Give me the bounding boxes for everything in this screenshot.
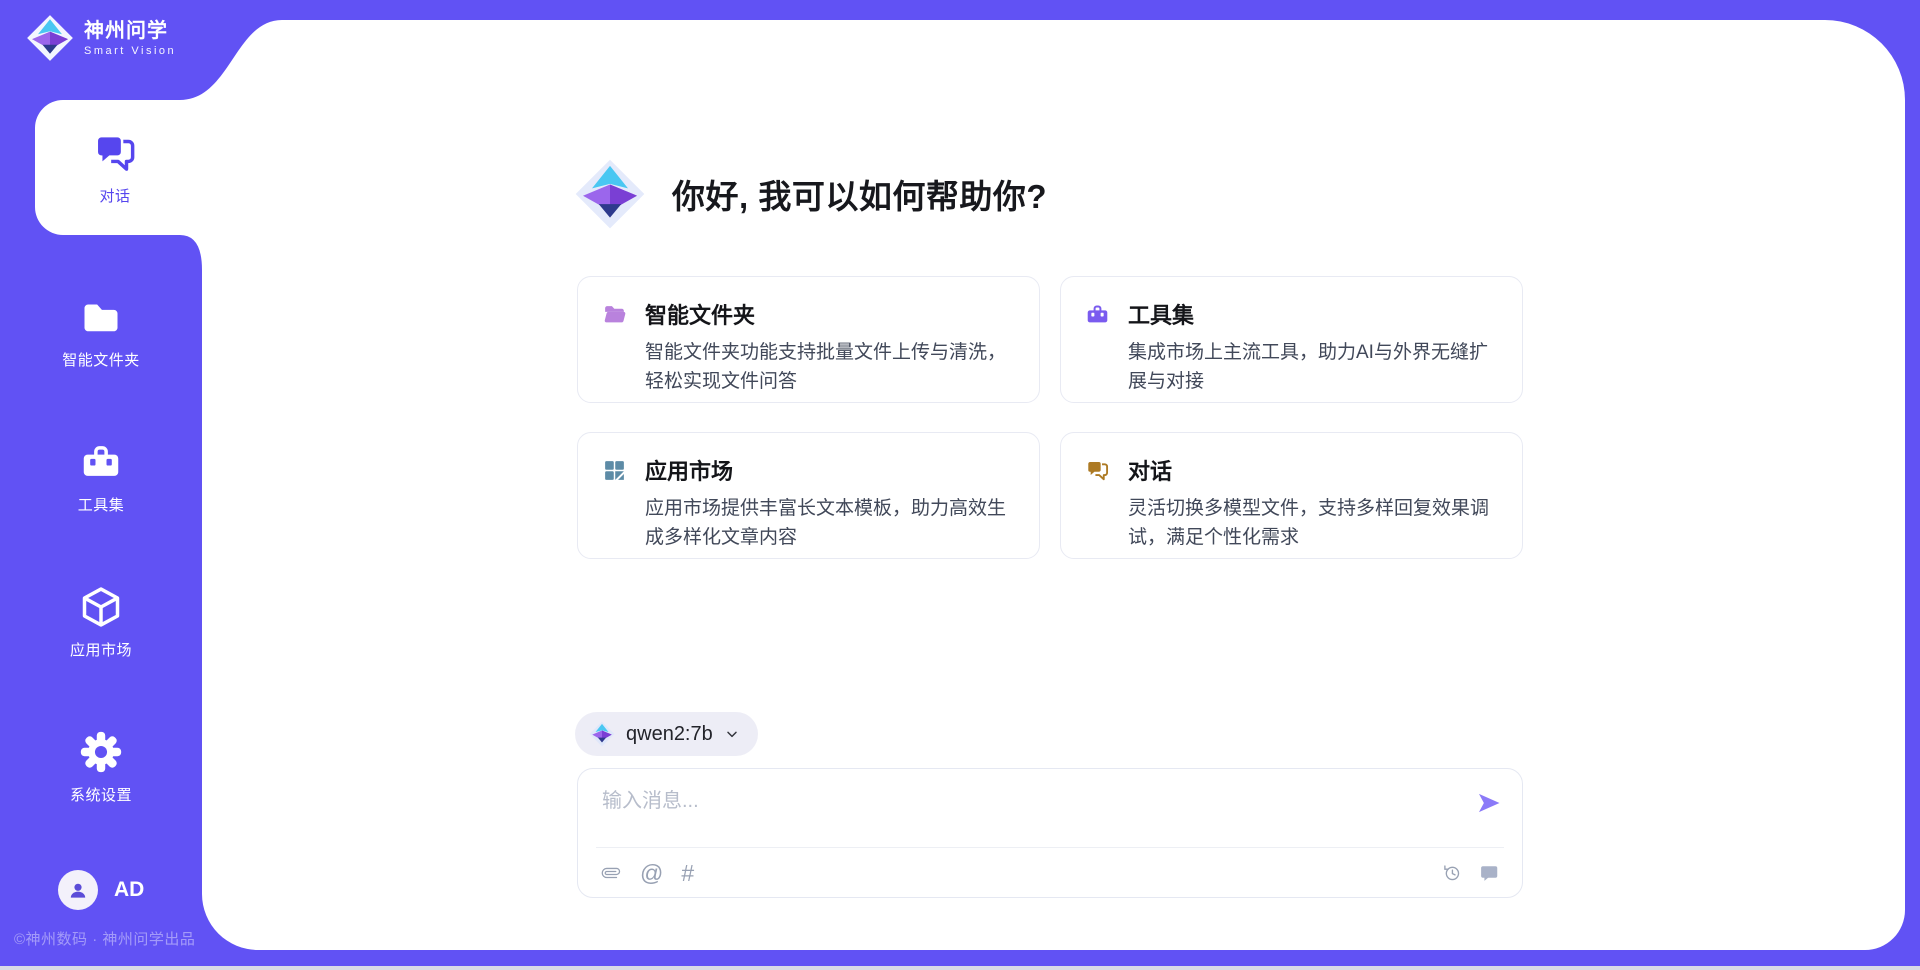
sidebar-item-chat[interactable]: 对话 bbox=[29, 100, 201, 235]
brand-diamond-icon bbox=[574, 158, 646, 230]
greeting: 你好, 我可以如何帮助你? bbox=[574, 158, 1047, 230]
chat-icon bbox=[92, 130, 138, 176]
window-bottom-edge bbox=[0, 966, 1920, 970]
mention-button[interactable]: @ bbox=[640, 862, 663, 885]
model-selector[interactable]: qwen2:7b bbox=[575, 712, 758, 756]
greeting-title: 你好, 我可以如何帮助你? bbox=[672, 170, 1047, 218]
chevron-down-icon bbox=[724, 726, 740, 742]
card-title: 工具集 bbox=[1128, 298, 1194, 330]
brand-name: 神州问学 bbox=[84, 19, 176, 43]
user-menu[interactable]: AD bbox=[58, 870, 144, 910]
chat-icon bbox=[1085, 458, 1110, 483]
history-icon bbox=[1441, 862, 1463, 884]
card-toolset[interactable]: 工具集 集成市场上主流工具，助力AI与外界无缝扩展与对接 bbox=[1060, 276, 1523, 403]
card-smart-folder[interactable]: 智能文件夹 智能文件夹功能支持批量文件上传与清洗，轻松实现文件问答 bbox=[577, 276, 1040, 403]
brand-logo: 神州问学 Smart Vision bbox=[26, 14, 176, 62]
at-icon: @ bbox=[640, 862, 663, 885]
sidebar-item-label: 智能文件夹 bbox=[62, 349, 140, 370]
card-description: 集成市场上主流工具，助力AI与外界无缝扩展与对接 bbox=[1128, 338, 1498, 396]
card-description: 应用市场提供丰富长文本模板，助力高效生成多样化文章内容 bbox=[645, 494, 1015, 552]
chat-bubble-icon bbox=[1478, 862, 1500, 884]
sidebar-item-label: 应用市场 bbox=[70, 639, 132, 660]
sidebar-item-smart-folder[interactable]: 智能文件夹 bbox=[0, 260, 202, 405]
toolbox-icon bbox=[1085, 302, 1110, 327]
card-chat[interactable]: 对话 灵活切换多模型文件，支持多样回复效果调试，满足个性化需求 bbox=[1060, 432, 1523, 559]
message-input[interactable] bbox=[602, 784, 1442, 834]
sidebar-item-label: 系统设置 bbox=[70, 784, 132, 805]
paperclip-icon bbox=[600, 862, 622, 884]
card-app-market[interactable]: 应用市场 应用市场提供丰富长文本模板，助力高效生成多样化文章内容 bbox=[577, 432, 1040, 559]
message-composer: @ # bbox=[577, 768, 1523, 898]
folder-icon bbox=[79, 295, 123, 339]
send-icon bbox=[1475, 789, 1503, 817]
avatar bbox=[58, 870, 98, 910]
card-description: 灵活切换多模型文件，支持多样回复效果调试，满足个性化需求 bbox=[1128, 494, 1498, 552]
sidebar-item-toolset[interactable]: 工具集 bbox=[0, 405, 202, 550]
sidebar-item-label: 工具集 bbox=[78, 494, 125, 515]
feature-cards: 智能文件夹 智能文件夹功能支持批量文件上传与清洗，轻松实现文件问答 工具集 集成… bbox=[577, 276, 1523, 559]
card-title: 应用市场 bbox=[645, 454, 733, 486]
card-title: 对话 bbox=[1128, 454, 1172, 486]
sidebar-item-label: 对话 bbox=[99, 185, 130, 206]
sidebar-item-app-market[interactable]: 应用市场 bbox=[0, 550, 202, 695]
card-description: 智能文件夹功能支持批量文件上传与清洗，轻松实现文件问答 bbox=[645, 338, 1015, 396]
cube-icon bbox=[79, 585, 123, 629]
card-title: 智能文件夹 bbox=[645, 298, 755, 330]
topic-button[interactable]: # bbox=[681, 862, 694, 885]
user-name: AD bbox=[114, 878, 144, 902]
sidebar-footer: ©神州数码 · 神州问学出品 bbox=[14, 928, 195, 949]
toolbox-icon bbox=[79, 440, 123, 484]
brand-subtitle: Smart Vision bbox=[84, 45, 176, 57]
new-chat-button[interactable] bbox=[1478, 862, 1500, 884]
app-window: 神州问学 Smart Vision 对话 智能文件夹 工具集 bbox=[0, 0, 1920, 970]
sidebar-item-settings[interactable]: 系统设置 bbox=[0, 695, 202, 840]
folder-open-icon bbox=[602, 302, 627, 327]
person-icon bbox=[66, 878, 90, 902]
attach-file-button[interactable] bbox=[600, 862, 622, 884]
send-button[interactable] bbox=[1474, 789, 1504, 819]
grid-icon bbox=[602, 458, 627, 483]
model-name: qwen2:7b bbox=[626, 723, 713, 746]
brand-diamond-icon bbox=[589, 721, 615, 747]
history-button[interactable] bbox=[1441, 862, 1463, 884]
gear-icon bbox=[79, 730, 123, 774]
brand-diamond-icon bbox=[26, 14, 74, 62]
hash-icon: # bbox=[681, 862, 694, 885]
